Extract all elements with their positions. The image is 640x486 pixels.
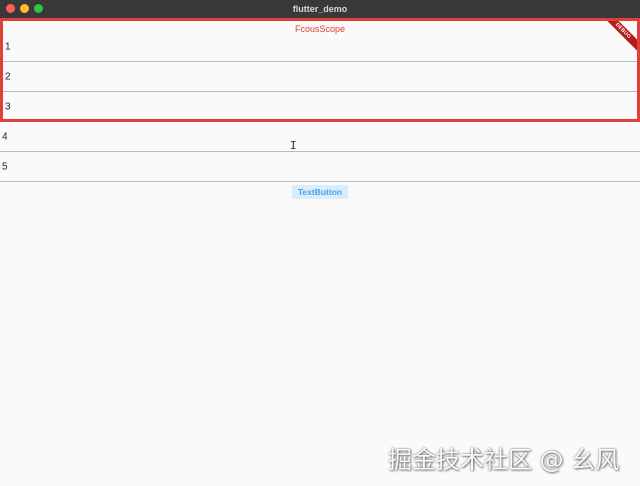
list-item-label: 1 <box>5 41 11 52</box>
text-cursor-icon: I <box>290 139 297 152</box>
list-item-label: 5 <box>2 161 8 172</box>
focus-scope-container: FcousScope DEBUG 1 2 3 <box>0 18 640 122</box>
list-item[interactable]: 5 <box>0 152 640 182</box>
list-item-label: 3 <box>5 101 11 113</box>
list-item[interactable]: 1 <box>3 32 637 62</box>
list-item[interactable]: 3 <box>3 92 637 119</box>
app-content: FcousScope DEBUG 1 2 3 4 5 I TextButton <box>0 18 640 486</box>
maximize-window-icon[interactable] <box>34 4 43 13</box>
list-item[interactable]: 2 <box>3 62 637 92</box>
list-item-label: 2 <box>5 71 11 82</box>
app-window: flutter_demo FcousScope DEBUG 1 2 3 4 5 … <box>0 0 640 486</box>
title-bar: flutter_demo <box>0 0 640 18</box>
text-button[interactable]: TextButton <box>292 185 348 199</box>
minimize-window-icon[interactable] <box>20 4 29 13</box>
window-controls <box>6 4 43 13</box>
watermark-text: 掘金技术社区 @ 幺风 <box>388 446 620 474</box>
list-item[interactable]: 4 <box>0 122 640 152</box>
close-window-icon[interactable] <box>6 4 15 13</box>
list-item-label: 4 <box>2 131 8 142</box>
window-title: flutter_demo <box>292 4 348 14</box>
